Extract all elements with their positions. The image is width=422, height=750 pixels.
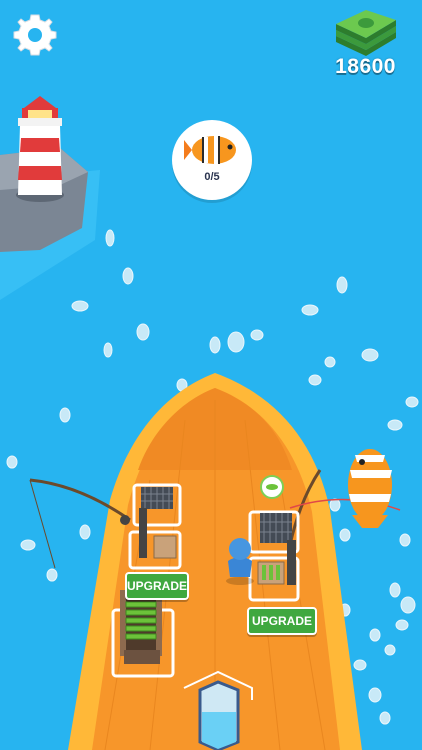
lighthouse bbox=[16, 96, 64, 202]
left-fish-rack bbox=[120, 590, 162, 664]
cash-stack-icon bbox=[336, 10, 396, 56]
settings-button[interactable] bbox=[12, 12, 58, 58]
quest-progress: 0/5 bbox=[204, 171, 220, 183]
hooked-clownfish bbox=[348, 449, 392, 528]
station-fish-indicator bbox=[260, 475, 284, 499]
gear-icon bbox=[13, 14, 57, 56]
cash-amount: 18600 bbox=[335, 55, 396, 78]
left-upgrade-button[interactable]: UPGRADE bbox=[125, 572, 189, 600]
quest-bubble: 0/5 bbox=[172, 120, 252, 200]
player-character[interactable] bbox=[220, 535, 260, 585]
game-scene bbox=[0, 0, 422, 750]
clownfish-icon bbox=[184, 136, 236, 164]
right-upgrade-button[interactable]: UPGRADE bbox=[247, 607, 317, 635]
